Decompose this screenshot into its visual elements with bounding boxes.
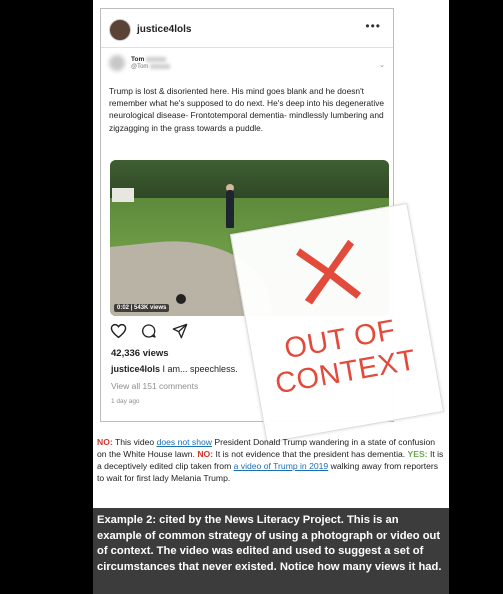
heart-icon[interactable] [110,323,127,344]
out-of-context-stamp: OUT OF CONTEXT [229,202,445,444]
video-views-badge: 0:02 | 543K views [114,304,170,312]
post-actions [110,323,198,341]
post-username[interactable]: justice4lols [137,24,191,35]
comment-icon[interactable] [141,323,157,344]
slide-caption: Example 2: cited by the News Literacy Pr… [97,514,442,573]
tweet-avatar [109,55,125,71]
yes-label: YES: [407,448,428,459]
no-label-2: NO: [197,448,214,459]
post-header: justice4lols ••• [101,9,393,48]
view-comments-link[interactable]: View all 151 comments [111,381,198,391]
avatar[interactable] [109,19,131,41]
tweet-text: Trump is lost & disoriented here. His mi… [109,86,385,133]
video-2019-link[interactable]: a video of Trump in 2019 [234,461,329,471]
tweet-author-handle: @Tom [131,64,171,70]
more-options-icon[interactable]: ••• [365,19,381,33]
post-age: 1 day ago [111,398,140,405]
view-count: 42,336 views [111,348,169,359]
chevron-down-icon: ⌄ [379,62,385,69]
caption-box: Example 2: cited by the News Literacy Pr… [93,508,449,594]
microphone-icon [176,294,186,304]
no-label: NO: [97,437,113,447]
tweet-author-name: Tom [131,56,167,63]
fact-check-text: NO: This video does not show President D… [97,437,444,483]
share-icon[interactable] [172,323,188,344]
x-mark-icon [296,239,362,305]
slide: justice4lols ••• Tom @Tom ⌄ Trump is los… [93,0,449,594]
does-not-show-link[interactable]: does not show [157,437,212,447]
post-caption: justice4lols I am... speechless. [111,364,238,374]
person-figure [226,190,234,228]
